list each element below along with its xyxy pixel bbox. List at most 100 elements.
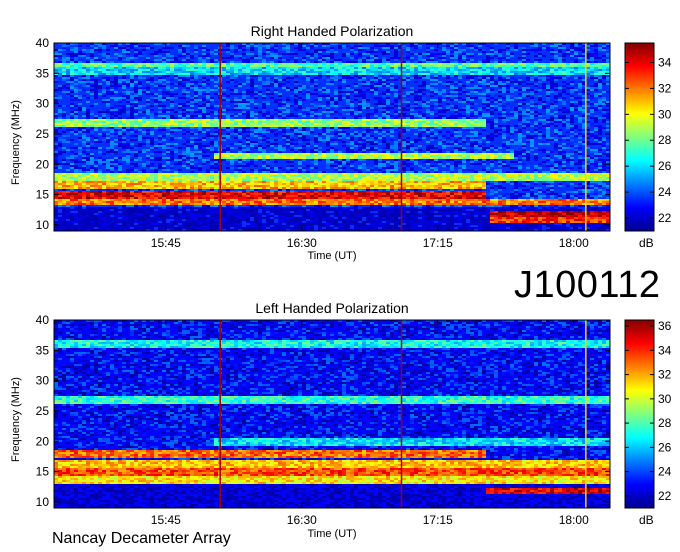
heatmap-cell bbox=[494, 119, 498, 121]
heatmap-cell bbox=[238, 107, 242, 109]
heatmap-cell bbox=[366, 113, 370, 115]
heatmap-cell bbox=[550, 87, 554, 89]
heatmap-cell bbox=[282, 103, 286, 105]
heatmap-cell bbox=[606, 61, 610, 63]
heatmap-cell bbox=[154, 127, 158, 129]
heatmap-cell bbox=[334, 67, 338, 69]
heatmap-cell bbox=[490, 69, 494, 71]
heatmap-cell bbox=[338, 67, 342, 69]
heatmap-cell bbox=[562, 97, 566, 99]
heatmap-cell bbox=[198, 71, 202, 73]
heatmap-cell bbox=[606, 143, 610, 145]
heatmap-cell bbox=[166, 99, 170, 101]
heatmap-cell bbox=[238, 135, 242, 137]
heatmap-cell bbox=[250, 79, 254, 81]
heatmap-cell bbox=[170, 63, 174, 65]
heatmap-cell bbox=[342, 47, 346, 49]
heatmap-cell bbox=[210, 69, 214, 71]
heatmap-cell bbox=[498, 55, 502, 57]
heatmap-cell bbox=[62, 127, 66, 129]
heatmap-cell bbox=[134, 113, 138, 115]
heatmap-cell bbox=[486, 55, 490, 57]
heatmap-cell bbox=[314, 107, 318, 109]
heatmap-cell bbox=[538, 49, 542, 51]
heatmap-cell bbox=[202, 83, 206, 85]
heatmap-cell bbox=[194, 51, 198, 53]
heatmap-cell bbox=[342, 71, 346, 73]
heatmap-cell bbox=[122, 83, 126, 85]
heatmap-cell bbox=[306, 51, 310, 53]
heatmap-cell bbox=[322, 45, 326, 47]
heatmap-cell bbox=[462, 89, 466, 91]
heatmap-cell bbox=[250, 111, 254, 113]
heatmap-cell bbox=[554, 77, 558, 79]
heatmap-cell bbox=[566, 127, 570, 129]
heatmap-cell bbox=[54, 129, 58, 131]
heatmap-cell bbox=[134, 85, 138, 87]
heatmap-cell bbox=[450, 119, 454, 121]
heatmap-cell bbox=[86, 61, 90, 63]
heatmap-cell bbox=[406, 101, 410, 103]
heatmap-cell bbox=[478, 107, 482, 109]
heatmap-cell bbox=[494, 121, 498, 123]
heatmap-cell bbox=[574, 77, 578, 79]
heatmap-cell bbox=[222, 93, 226, 95]
heatmap-cell bbox=[54, 89, 58, 91]
heatmap-cell bbox=[246, 87, 250, 89]
heatmap-cell bbox=[454, 111, 458, 113]
heatmap-cell bbox=[598, 63, 602, 65]
heatmap-cell bbox=[246, 127, 250, 129]
heatmap-cell bbox=[138, 81, 142, 83]
heatmap-cell bbox=[490, 47, 494, 49]
heatmap-cell bbox=[130, 69, 134, 71]
heatmap-cell bbox=[66, 133, 70, 135]
heatmap-cell bbox=[190, 137, 194, 139]
heatmap-cell bbox=[562, 45, 566, 47]
heatmap-cell bbox=[482, 107, 486, 109]
heatmap-cell bbox=[538, 131, 542, 133]
heatmap-cell bbox=[250, 119, 254, 121]
heatmap-cell bbox=[342, 135, 346, 137]
heatmap-cell bbox=[82, 125, 86, 127]
heatmap-cell bbox=[486, 101, 490, 103]
heatmap-cell bbox=[598, 99, 602, 101]
heatmap-cell bbox=[230, 93, 234, 95]
heatmap-cell bbox=[482, 59, 486, 61]
heatmap-cell bbox=[150, 131, 154, 133]
heatmap-cell bbox=[282, 117, 286, 119]
heatmap-cell bbox=[502, 117, 506, 119]
heatmap-cell bbox=[298, 129, 302, 131]
heatmap-cell bbox=[310, 141, 314, 143]
heatmap-cell bbox=[550, 139, 554, 141]
heatmap-cell bbox=[426, 85, 430, 87]
heatmap-cell bbox=[122, 127, 126, 129]
heatmap-cell bbox=[110, 75, 114, 77]
heatmap-cell bbox=[82, 83, 86, 85]
heatmap-cell bbox=[598, 131, 602, 133]
heatmap-cell bbox=[526, 83, 530, 85]
heatmap-cell bbox=[466, 87, 470, 89]
heatmap-cell bbox=[362, 133, 366, 135]
heatmap-cell bbox=[182, 85, 186, 87]
heatmap-cell bbox=[274, 139, 278, 141]
heatmap-cell bbox=[186, 131, 190, 133]
heatmap-cell bbox=[322, 49, 326, 51]
heatmap-cell bbox=[90, 67, 94, 69]
heatmap-cell bbox=[406, 93, 410, 95]
heatmap-cell bbox=[138, 105, 142, 107]
heatmap-cell bbox=[306, 143, 310, 145]
heatmap-cell bbox=[198, 131, 202, 133]
heatmap-cell bbox=[330, 71, 334, 73]
heatmap-cell bbox=[494, 125, 498, 127]
heatmap-cell bbox=[418, 117, 422, 119]
heatmap-cell bbox=[202, 141, 206, 143]
heatmap-cell bbox=[494, 67, 498, 69]
heatmap-cell bbox=[162, 59, 166, 61]
heatmap-cell bbox=[66, 59, 70, 61]
heatmap-cell bbox=[454, 115, 458, 117]
heatmap-cell bbox=[458, 65, 462, 67]
heatmap-cell bbox=[478, 59, 482, 61]
heatmap-cell bbox=[110, 45, 114, 47]
heatmap-cell bbox=[94, 59, 98, 61]
heatmap-cell bbox=[570, 49, 574, 51]
